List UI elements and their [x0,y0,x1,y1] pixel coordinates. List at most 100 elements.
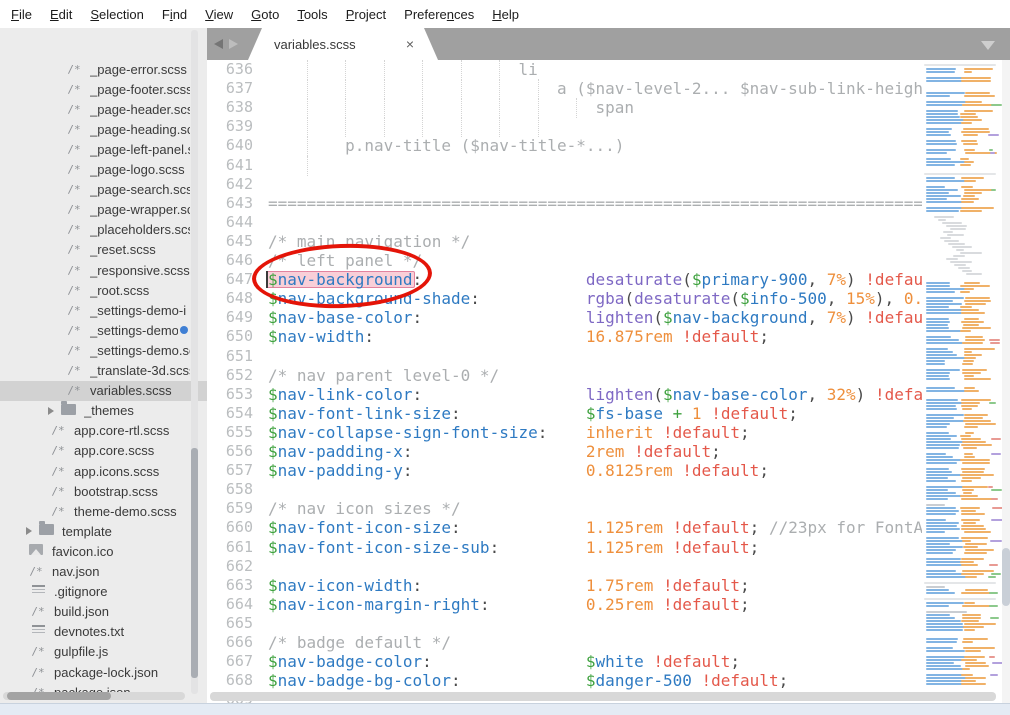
sidebar-item-build-json[interactable]: /*build.json [0,602,207,622]
sidebar-item--page-error-scss[interactable]: /*_page-error.scss [0,59,207,79]
code-line-641[interactable]: 641 [207,156,922,176]
code-line-665[interactable]: 665 [207,614,922,634]
sidebar-item--root-scss[interactable]: /*_root.scss [0,280,207,300]
sidebar-item-gulpfile-js[interactable]: /*gulpfile.js [0,642,207,662]
sidebar-item--responsive-scss[interactable]: /*_responsive.scss [0,260,207,280]
minimap-line [961,498,993,500]
sidebar-item--page-heading-scss[interactable]: /*_page-heading.scss [0,119,207,139]
code-line-655[interactable]: 655$nav-collapse-sign-font-size: inherit… [207,423,922,443]
code-line-651[interactable]: 651 [207,347,922,367]
sidebar-item-variables-scss[interactable]: /*variables.scss [0,381,207,401]
sidebar-item--page-search-scss[interactable]: /*_page-search.scss [0,180,207,200]
code-line-661[interactable]: 661$nav-font-icon-size-sub: 1.125rem !de… [207,538,922,558]
tab-history-back-icon[interactable] [214,39,223,49]
menu-item-selection[interactable]: Selection [81,3,152,26]
code-line-639[interactable]: 639 [207,117,922,137]
sidebar-item-bootstrap-scss[interactable]: /*bootstrap.scss [0,481,207,501]
sidebar-item--page-wrapper-scss[interactable]: /*_page-wrapper.scss [0,200,207,220]
sidebar-item--translate-3d-scss[interactable]: /*_translate-3d.scss [0,361,207,381]
text-file-icon [28,625,48,639]
menu-item-tools[interactable]: Tools [288,3,336,26]
sidebar-item--page-header-scss[interactable]: /*_page-header.scss [0,99,207,119]
sidebar-item-app-icons-scss[interactable]: /*app.icons.scss [0,461,207,481]
sidebar-hscrollbar-thumb[interactable] [7,692,111,700]
minimap-line [926,570,956,572]
tab-history-forward-icon[interactable] [229,39,238,49]
code-line-656[interactable]: 656$nav-padding-x: 2rem !default; [207,442,922,462]
sidebar-item--gitignore[interactable]: .gitignore [0,582,207,602]
code-line-668[interactable]: 668$nav-badge-bg-color: $danger-500 !def… [207,671,922,691]
sidebar-item-nav-json[interactable]: /*nav.json [0,562,207,582]
sidebar-item-package-lock-json[interactable]: /*package-lock.json [0,662,207,682]
editor-vscrollbar-track[interactable] [1002,60,1010,703]
code-line-666[interactable]: 666/* badge default */ [207,633,922,653]
editor-vscrollbar-thumb[interactable] [1002,548,1010,606]
code-line-638[interactable]: 638 span [207,98,922,118]
sidebar-item--settings-demo-scss[interactable]: /*_settings-demo.scss [0,340,207,360]
sidebar-item-theme-demo-scss[interactable]: /*theme-demo.scss [0,501,207,521]
minimap-line [926,513,956,515]
code-line-644[interactable]: 644 [207,213,922,233]
code-line-649[interactable]: 649$nav-base-color: lighten($nav-backgro… [207,308,922,328]
sidebar-item--settings-demo-m[interactable]: /*_settings-demo-m [0,320,207,340]
minimap-line [961,399,991,401]
menu-item-view[interactable]: View [196,3,242,26]
tab-variables-scss[interactable]: variables.scss × [248,28,438,60]
disclosure-arrow-icon[interactable] [48,407,54,415]
code-line-637[interactable]: 637 a ($nav-level-2... $nav-sub-link-hei… [207,79,922,99]
menu-item-preferences[interactable]: Preferences [395,3,483,26]
code-area[interactable]: 636 li637 a ($nav-level-2... $nav-sub-li… [207,60,922,703]
tab-overflow-icon[interactable] [981,41,995,50]
minimap-line [926,140,956,142]
minimap-line [924,64,996,66]
code-editor[interactable]: 636 li637 a ($nav-level-2... $nav-sub-li… [207,60,1010,703]
code-line-667[interactable]: 667$nav-badge-color: $white !default; [207,652,922,672]
sidebar-item--settings-demo-i[interactable]: /*_settings-demo-i [0,300,207,320]
sidebar-item--page-logo-scss[interactable]: /*_page-logo.scss [0,160,207,180]
minimap-line [926,327,949,329]
sidebar-item-app-core-scss[interactable]: /*app.core.scss [0,441,207,461]
minimap-line [990,617,998,619]
menu-item-help[interactable]: Help [483,3,528,26]
code-line-652[interactable]: 652/* nav parent level-0 */ [207,366,922,386]
minimap-line [963,626,984,628]
sidebar-item-devnotes-txt[interactable]: devnotes.txt [0,622,207,642]
menu-item-project[interactable]: Project [337,3,395,26]
sidebar-item--page-footer-scss[interactable]: /*_page-footer.scss [0,79,207,99]
disclosure-arrow-icon[interactable] [26,527,32,535]
tab-close-icon[interactable]: × [406,36,414,52]
code-line-659[interactable]: 659/* nav icon sizes */ [207,499,922,519]
code-line-657[interactable]: 657$nav-padding-y: 0.8125rem !default; [207,461,922,481]
sidebar-item-favicon-ico[interactable]: favicon.ico [0,541,207,561]
code-line-662[interactable]: 662 [207,557,922,577]
code-line-660[interactable]: 660$nav-font-icon-size: 1.125rem !defaul… [207,518,922,538]
sidebar-folder--themes[interactable]: _themes [0,401,207,421]
menu-item-goto[interactable]: Goto [242,3,288,26]
code-line-636[interactable]: 636 li [207,60,922,80]
menu-item-file[interactable]: File [2,3,41,26]
code-line-640[interactable]: 640 p.nav-title ($nav-title-*...) [207,136,922,156]
code-line-653[interactable]: 653$nav-link-color: lighten($nav-base-co… [207,385,922,405]
minimap-line [961,620,979,622]
minimap-line [963,546,978,548]
code-line-650[interactable]: 650$nav-width: 16.875rem !default; [207,327,922,347]
menu-item-find[interactable]: Find [153,3,196,26]
code-line-643[interactable]: 643=====================================… [207,194,922,214]
minimap-line [962,441,986,443]
sidebar-vscrollbar-thumb[interactable] [191,448,198,678]
menu-item-edit[interactable]: Edit [41,3,81,26]
minimap[interactable] [924,62,1002,690]
code-line-654[interactable]: 654$nav-font-link-size: $fs-base + 1 !de… [207,404,922,424]
minimap-line [926,665,961,667]
editor-hscrollbar-thumb[interactable] [210,692,996,701]
sidebar-item--placeholders-scss[interactable]: /*_placeholders.scss [0,220,207,240]
sidebar-item--page-left-panel-scss[interactable]: /*_page-left-panel.scss [0,139,207,159]
scss-file-icon: /* [48,505,68,518]
code-line-664[interactable]: 664$nav-icon-margin-right: 0.25rem !defa… [207,595,922,615]
code-line-663[interactable]: 663$nav-icon-width: 1.75rem !default; [207,576,922,596]
sidebar-item--reset-scss[interactable]: /*_reset.scss [0,240,207,260]
sidebar-item-app-core-rtl-scss[interactable]: /*app.core-rtl.scss [0,421,207,441]
code-line-658[interactable]: 658 [207,480,922,500]
code-line-642[interactable]: 642 [207,175,922,195]
sidebar-folder-template[interactable]: template [0,521,207,541]
